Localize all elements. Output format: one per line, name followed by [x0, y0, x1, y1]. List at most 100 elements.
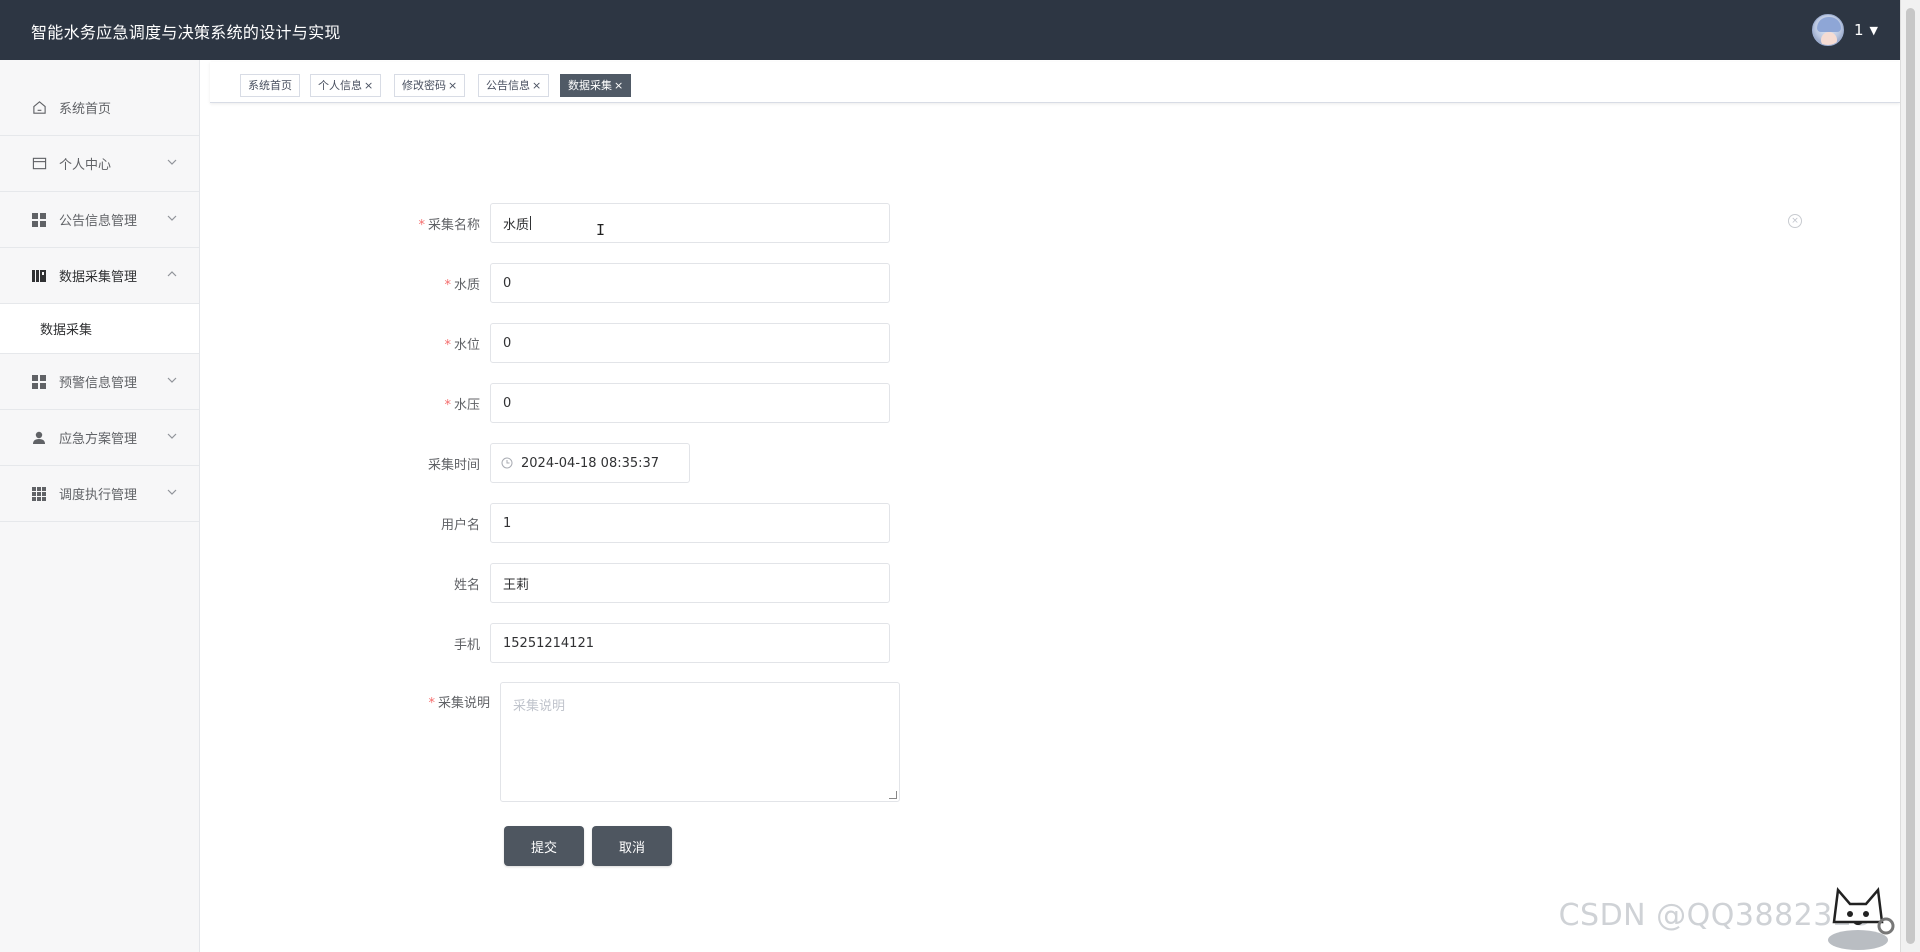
- field-label: 采集时间: [427, 457, 480, 473]
- required-mark: *: [428, 696, 435, 711]
- chevron-down-icon: [167, 431, 177, 444]
- tab-label: 修改密码: [402, 79, 446, 92]
- field-value: 2024-04-18 08:35:37: [521, 455, 660, 471]
- form-item-username: 用户名 1: [400, 503, 890, 543]
- grid-icon: [31, 374, 47, 390]
- field-value: 0: [503, 335, 512, 351]
- sidebar-item-label: 预警信息管理: [59, 376, 138, 391]
- form-item-water-quality: * 水质 0: [400, 263, 890, 303]
- required-mark: *: [418, 217, 425, 233]
- sidebar-item-emergency-plans[interactable]: 应急方案管理: [0, 410, 199, 466]
- water-quality-input[interactable]: 0: [490, 263, 890, 303]
- form-item-description-label: * 采集说明: [400, 692, 490, 711]
- sidebar: 系统首页 个人中心 公告信息管理 数据采集管理 数据采集 预警信息管理 应急方案…: [0, 60, 200, 952]
- water-pressure-input[interactable]: 0: [490, 383, 890, 423]
- clear-icon[interactable]: ×: [1788, 214, 1802, 228]
- collection-name-input[interactable]: 水质: [490, 203, 890, 243]
- sidebar-item-label: 应急方案管理: [59, 432, 138, 447]
- form-item-name: 姓名 王莉: [400, 563, 890, 603]
- required-mark: *: [444, 337, 451, 353]
- field-value: 水质: [503, 217, 530, 233]
- book-icon: [31, 268, 47, 284]
- collection-time-picker[interactable]: 2024-04-18 08:35:37: [490, 443, 690, 483]
- close-icon[interactable]: ×: [364, 75, 373, 96]
- close-icon[interactable]: ×: [532, 75, 541, 96]
- sidebar-item-announcements[interactable]: 公告信息管理: [0, 192, 199, 248]
- sidebar-item-label: 公告信息管理: [59, 214, 138, 229]
- form-item-water-pressure: * 水压 0: [400, 383, 890, 423]
- sidebar-item-home[interactable]: 系统首页: [0, 60, 199, 136]
- close-icon[interactable]: ×: [614, 75, 623, 96]
- field-value: 15251214121: [503, 635, 594, 651]
- field-label: 采集名称: [427, 217, 480, 233]
- text-caret: [530, 216, 532, 230]
- form-item-phone: 手机 15251214121: [400, 623, 890, 663]
- cancel-button[interactable]: 取消: [592, 826, 672, 866]
- tab-label: 系统首页: [248, 79, 292, 92]
- sidebar-item-label: 个人中心: [59, 158, 112, 173]
- home-icon: [31, 100, 47, 116]
- tab-label: 个人信息: [318, 79, 362, 92]
- sidebar-item-dispatch[interactable]: 调度执行管理: [0, 466, 199, 522]
- tab-change-password[interactable]: 修改密码 ×: [394, 74, 466, 97]
- field-label: 手机: [453, 637, 480, 653]
- user-name[interactable]: 1: [1854, 21, 1864, 39]
- field-value: 1: [503, 515, 512, 531]
- page-scrollbar[interactable]: [1900, 0, 1920, 952]
- tab-announcements[interactable]: 公告信息 ×: [478, 74, 550, 97]
- phone-input[interactable]: 15251214121: [490, 623, 890, 663]
- submit-button[interactable]: 提交: [504, 826, 584, 866]
- required-mark: *: [444, 397, 451, 413]
- username-input[interactable]: 1: [490, 503, 890, 543]
- tab-profile[interactable]: 个人信息 ×: [310, 74, 382, 97]
- scrollbar-thumb[interactable]: [1906, 8, 1915, 944]
- field-value: 0: [503, 395, 512, 411]
- name-input[interactable]: 王莉: [490, 563, 890, 603]
- description-textarea[interactable]: 采集说明: [500, 682, 900, 802]
- sidebar-item-warnings[interactable]: 预警信息管理: [0, 354, 199, 410]
- clock-icon: [501, 457, 513, 469]
- close-icon[interactable]: ×: [448, 75, 457, 96]
- top-header: 智能水务应急调度与决策系统的设计与实现 1 ▼: [0, 0, 1900, 60]
- form-item-collection-time: 采集时间 2024-04-18 08:35:37: [400, 443, 690, 483]
- avatar[interactable]: [1811, 14, 1844, 46]
- tab-home[interactable]: 系统首页: [240, 74, 300, 97]
- chevron-down-icon: [167, 375, 177, 388]
- field-value: 王莉: [503, 577, 530, 593]
- grid-icon: [31, 212, 47, 228]
- field-label: 水压: [453, 397, 480, 413]
- sidebar-item-label: 调度执行管理: [59, 488, 138, 503]
- textarea-placeholder: 采集说明: [513, 699, 566, 714]
- mascot-logo: [1820, 882, 1896, 952]
- chevron-down-icon: [167, 157, 177, 170]
- sidebar-item-label: 数据采集管理: [59, 270, 138, 285]
- sidebar-item-label: 系统首页: [59, 102, 112, 117]
- sidebar-item-profile[interactable]: 个人中心: [0, 136, 199, 192]
- user-card-icon: [31, 156, 47, 172]
- person-icon: [31, 430, 47, 446]
- field-label: 水质: [453, 277, 480, 293]
- app-title: 智能水务应急调度与决策系统的设计与实现: [31, 23, 341, 42]
- form-item-collection-name: * 采集名称 水质: [400, 203, 890, 243]
- water-level-input[interactable]: 0: [490, 323, 890, 363]
- caret-down-icon[interactable]: ▼: [1870, 24, 1878, 37]
- resize-handle-icon[interactable]: [889, 791, 897, 799]
- chevron-down-icon: [167, 213, 177, 226]
- tab-label: 数据采集: [568, 79, 612, 92]
- field-value: 0: [503, 275, 512, 291]
- user-menu[interactable]: 1 ▼: [1811, 14, 1878, 46]
- chevron-down-icon: [167, 487, 177, 500]
- sidebar-subitem-data-collection[interactable]: 数据采集: [0, 304, 199, 354]
- tags-view-bar: 系统首页 个人信息 × 修改密码 × 公告信息 × 数据采集 ×: [210, 62, 1900, 103]
- field-label: 姓名: [453, 577, 480, 593]
- field-label: 水位: [453, 337, 480, 353]
- tab-label: 公告信息: [486, 79, 530, 92]
- form-item-water-level: * 水位 0: [400, 323, 890, 363]
- tab-data-collection[interactable]: 数据采集 ×: [560, 74, 632, 97]
- required-mark: *: [444, 277, 451, 293]
- field-label: 用户名: [440, 517, 480, 533]
- chevron-up-icon: [167, 269, 177, 282]
- sidebar-item-data-collection[interactable]: 数据采集管理: [0, 248, 199, 304]
- apps-icon: [31, 486, 47, 502]
- field-label: 采集说明: [437, 696, 490, 711]
